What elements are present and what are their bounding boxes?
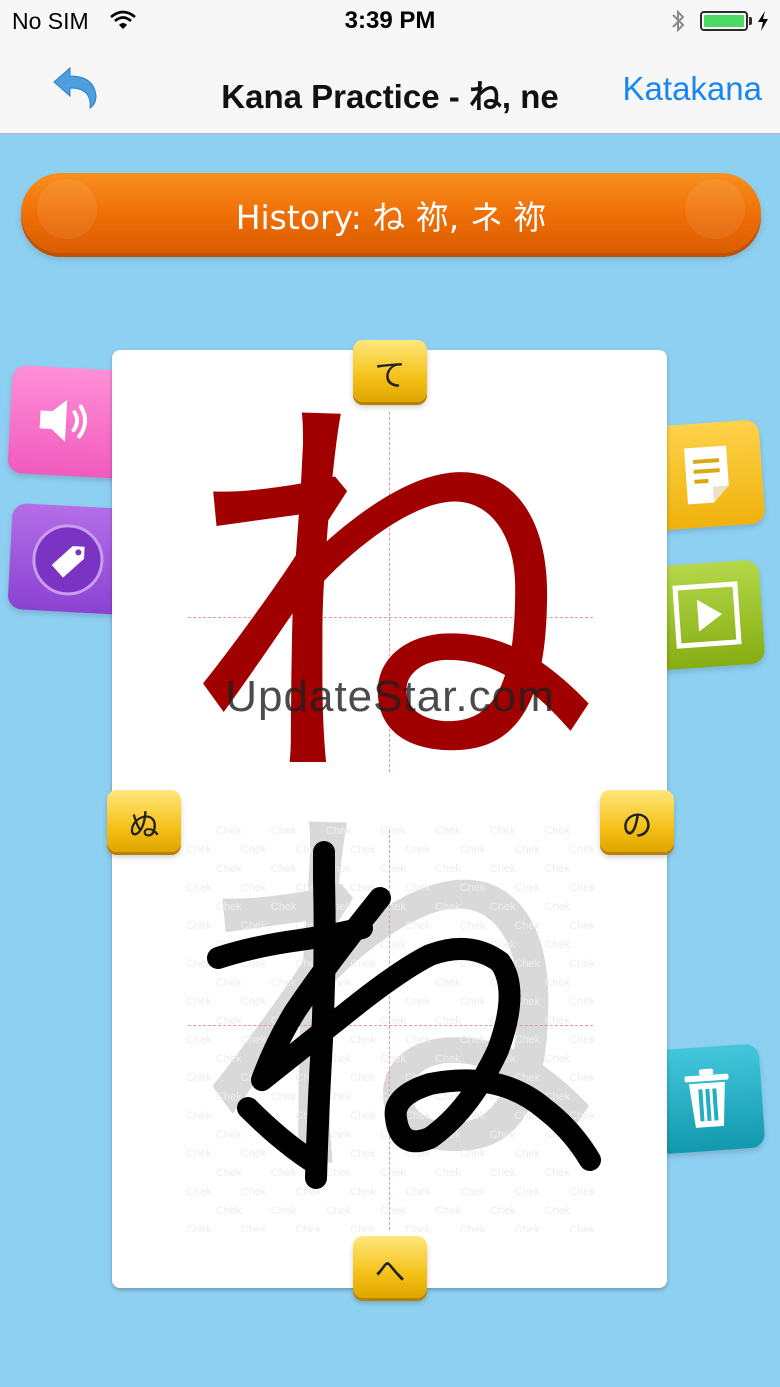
next-row-button[interactable]: へ	[353, 1236, 427, 1298]
watermark-row: Chek Chek Chek Chek Chek Chek Chek Chek …	[216, 1015, 571, 1027]
writing-guide-vertical	[389, 830, 390, 1230]
watermark-row: Chek Chek Chek Chek Chek Chek Chek Chek …	[186, 996, 594, 1008]
watermark-row: Chek Chek Chek Chek Chek Chek Chek Chek …	[216, 825, 571, 837]
battery-tip	[749, 17, 752, 25]
history-button[interactable]: History: ね 祢, ネ 祢	[21, 173, 761, 253]
watermark-row: Chek Chek Chek Chek Chek Chek Chek Chek …	[216, 939, 571, 951]
watermark-row: Chek Chek Chek Chek Chek Chek Chek Chek …	[186, 1072, 594, 1084]
watermark-row: Chek Chek Chek Chek Chek Chek Chek Chek …	[216, 1129, 571, 1141]
katakana-button[interactable]: Katakana	[623, 70, 762, 108]
speaker-icon	[39, 399, 88, 442]
watermark-row: Chek Chek Chek Chek Chek Chek Chek Chek …	[216, 863, 571, 875]
previous-row-button[interactable]: て	[353, 340, 427, 402]
page-title: Kana Practice - ね, ne	[221, 78, 559, 115]
writing-area[interactable]: Chek Chek Chek Chek Chek Chek Chek Chek …	[186, 822, 594, 1232]
watermark-row: Chek Chek Chek Chek Chek Chek Chek Chek …	[216, 1167, 571, 1179]
tag-icon	[32, 524, 104, 596]
watermark-row: Chek Chek Chek Chek Chek Chek Chek Chek …	[216, 1053, 571, 1065]
clock: 3:39 PM	[344, 7, 436, 34]
play-icon	[672, 581, 742, 649]
charging-icon	[758, 11, 768, 31]
watermark-row: Chek Chek Chek Chek Chek Chek Chek Chek …	[186, 1110, 594, 1122]
watermark-row: Chek Chek Chek Chek Chek Chek Chek Chek …	[216, 1091, 571, 1103]
battery-icon	[700, 11, 748, 31]
watermark-row: Chek Chek Chek Chek Chek Chek Chek Chek …	[186, 1034, 594, 1046]
chip-label: へ	[374, 1254, 406, 1290]
navigation-bar: Kana Practice - ね, ne Katakana	[0, 42, 780, 134]
previous-kana-button[interactable]: ぬ	[107, 790, 181, 852]
back-arrow-icon[interactable]	[50, 66, 102, 110]
watermark-row: Chek Chek Chek Chek Chek Chek Chek Chek …	[186, 882, 594, 894]
watermark-row: Chek Chek Chek Chek Chek Chek Chek Chek …	[186, 844, 594, 856]
battery-fill	[704, 15, 744, 27]
model-kana: ね	[180, 357, 600, 846]
note-icon	[684, 445, 729, 505]
watermark-row: Chek Chek Chek Chek Chek Chek Chek Chek …	[216, 1205, 571, 1217]
history-label: History: ね 祢, ネ 祢	[235, 198, 547, 237]
watermark-row: Chek Chek Chek Chek Chek Chek Chek Chek …	[186, 920, 594, 932]
watermark-row: Chek Chek Chek Chek Chek Chek Chek Chek …	[216, 977, 571, 989]
chip-label: ぬ	[128, 808, 160, 844]
next-kana-button[interactable]: の	[600, 790, 674, 852]
chip-label: の	[621, 808, 653, 844]
writing-guide-horizontal	[188, 1025, 593, 1026]
watermark-row: Chek Chek Chek Chek Chek Chek Chek Chek …	[186, 1148, 594, 1160]
watermark-row: Chek Chek Chek Chek Chek Chek Chek Chek …	[186, 1186, 594, 1198]
chip-label: て	[374, 358, 406, 394]
status-bar: No SIM 3:39 PM	[0, 0, 780, 42]
trash-icon	[684, 1068, 729, 1128]
watermark-row: Chek Chek Chek Chek Chek Chek Chek Chek …	[186, 958, 594, 970]
bluetooth-icon	[672, 9, 685, 33]
watermark-row: Chek Chek Chek Chek Chek Chek Chek Chek …	[216, 901, 571, 913]
watermark-row: Chek Chek Chek Chek Chek Chek Chek Chek …	[186, 1224, 594, 1232]
